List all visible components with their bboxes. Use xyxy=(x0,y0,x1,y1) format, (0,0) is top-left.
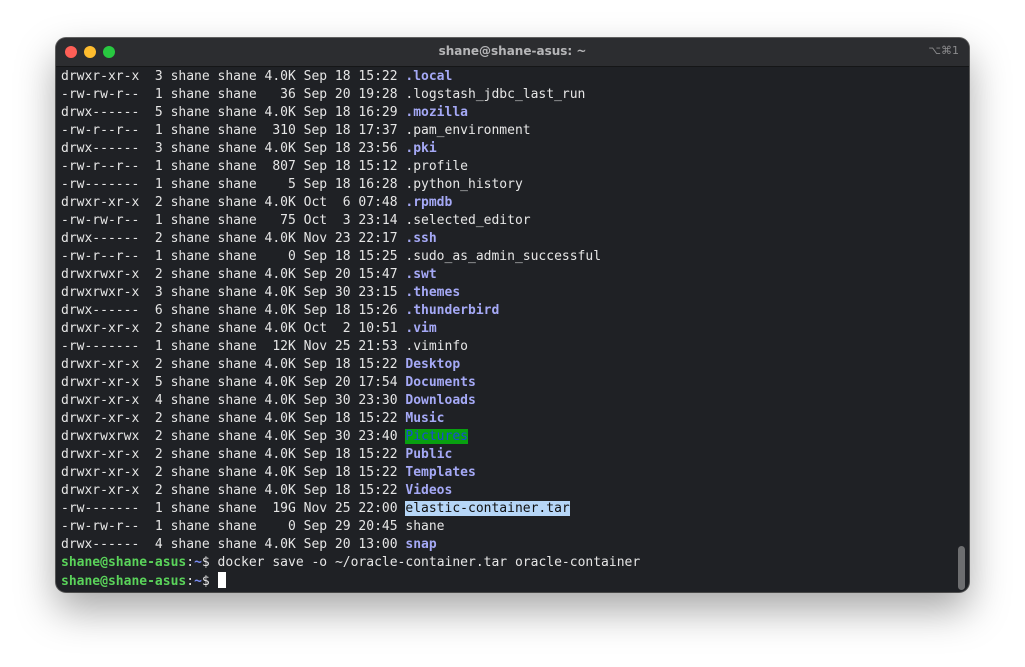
file-name: Templates xyxy=(405,465,476,480)
terminal-window: shane@shane-asus: ~ ⌥⌘1 drwxr-xr-x 3 sha… xyxy=(56,38,969,592)
listing-row: -rw-rw-r-- 1 shane shane 36 Sep 20 19:28… xyxy=(61,86,946,104)
listing-row: -rw-r--r-- 1 shane shane 0 Sep 18 15:25 … xyxy=(61,248,946,266)
file-name: .rpmdb xyxy=(405,195,453,210)
file-name: .selected_editor xyxy=(405,213,531,228)
listing-row: drwxr-xr-x 2 shane shane 4.0K Sep 18 15:… xyxy=(61,464,946,482)
prompt-separator: : xyxy=(186,574,195,589)
file-name: Pictures xyxy=(405,429,468,444)
file-metadata: drwxr-xr-x 4 shane shane 4.0K Sep 30 23:… xyxy=(61,393,406,408)
file-metadata: -rw-r--r-- 1 shane shane 310 Sep 18 17:3… xyxy=(61,123,406,138)
listing-row: drwx------ 4 shane shane 4.0K Sep 20 13:… xyxy=(61,536,946,554)
scrollbar-thumb[interactable] xyxy=(958,546,965,590)
file-metadata: drwxr-xr-x 2 shane shane 4.0K Sep 18 15:… xyxy=(61,411,406,426)
file-name: .logstash_jdbc_last_run xyxy=(405,87,586,102)
prompt-separator: : xyxy=(186,555,195,570)
file-metadata: -rw-r--r-- 1 shane shane 807 Sep 18 15:1… xyxy=(61,159,406,174)
file-name: .vim xyxy=(405,321,437,336)
prompt-path: ~ xyxy=(194,574,202,589)
listing-row: drwxr-xr-x 2 shane shane 4.0K Sep 18 15:… xyxy=(61,356,946,374)
file-name: .thunderbird xyxy=(405,303,500,318)
file-name: .pki xyxy=(405,141,437,156)
file-metadata: drwxr-xr-x 2 shane shane 4.0K Oct 6 07:4… xyxy=(61,195,406,210)
file-name: Music xyxy=(405,411,445,426)
prompt-path: ~ xyxy=(194,555,202,570)
listing-row: drwx------ 3 shane shane 4.0K Sep 18 23:… xyxy=(61,140,946,158)
command-text: docker save -o ~/oracle-container.tar or… xyxy=(217,555,641,570)
file-name: .pam_environment xyxy=(405,123,531,138)
file-metadata: -rw-rw-r-- 1 shane shane 36 Sep 20 19:28 xyxy=(61,87,406,102)
file-metadata: drwxr-xr-x 2 shane shane 4.0K Sep 18 15:… xyxy=(61,357,406,372)
listing-row: drwxr-xr-x 2 shane shane 4.0K Oct 6 07:4… xyxy=(61,194,946,212)
file-name: .sudo_as_admin_successful xyxy=(405,249,602,264)
file-name: .python_history xyxy=(405,177,523,192)
file-metadata: drwx------ 3 shane shane 4.0K Sep 18 23:… xyxy=(61,141,406,156)
listing-row: drwxr-xr-x 3 shane shane 4.0K Sep 18 15:… xyxy=(61,68,946,86)
listing-row: drwx------ 5 shane shane 4.0K Sep 18 16:… xyxy=(61,104,946,122)
file-metadata: drwxr-xr-x 5 shane shane 4.0K Sep 20 17:… xyxy=(61,375,406,390)
file-name: Public xyxy=(405,447,453,462)
listing-row: drwx------ 6 shane shane 4.0K Sep 18 15:… xyxy=(61,302,946,320)
title-bar[interactable]: shane@shane-asus: ~ ⌥⌘1 xyxy=(56,38,969,67)
listing-row: -rw------- 1 shane shane 5 Sep 18 16:28 … xyxy=(61,176,946,194)
file-name: Downloads xyxy=(405,393,476,408)
file-metadata: -rw------- 1 shane shane 5 Sep 18 16:28 xyxy=(61,177,406,192)
file-name: shane xyxy=(405,519,445,534)
listing-row: -rw-r--r-- 1 shane shane 310 Sep 18 17:3… xyxy=(61,122,946,140)
file-metadata: drwxr-xr-x 2 shane shane 4.0K Oct 2 10:5… xyxy=(61,321,406,336)
file-name: snap xyxy=(405,537,437,552)
file-name: .swt xyxy=(405,267,437,282)
file-name: .viminfo xyxy=(405,339,468,354)
file-metadata: -rw-rw-r-- 1 shane shane 0 Sep 29 20:45 xyxy=(61,519,406,534)
listing-row: drwxr-xr-x 5 shane shane 4.0K Sep 20 17:… xyxy=(61,374,946,392)
file-metadata: drwxrwxr-x 2 shane shane 4.0K Sep 20 15:… xyxy=(61,267,406,282)
listing-row: -rw-rw-r-- 1 shane shane 0 Sep 29 20:45 … xyxy=(61,518,946,536)
file-metadata: drwxr-xr-x 3 shane shane 4.0K Sep 18 15:… xyxy=(61,69,406,84)
prompt-symbol: $ xyxy=(201,555,218,570)
listing-row: -rw------- 1 shane shane 12K Nov 25 21:5… xyxy=(61,338,946,356)
file-metadata: drwx------ 4 shane shane 4.0K Sep 20 13:… xyxy=(61,537,406,552)
file-name: .profile xyxy=(405,159,468,174)
listing-row: drwx------ 2 shane shane 4.0K Nov 23 22:… xyxy=(61,230,946,248)
terminal-output[interactable]: drwxr-xr-x 3 shane shane 4.0K Sep 18 15:… xyxy=(61,68,946,590)
file-metadata: drwxrwxrwx 2 shane shane 4.0K Sep 30 23:… xyxy=(61,429,406,444)
file-metadata: drwx------ 6 shane shane 4.0K Sep 18 15:… xyxy=(61,303,406,318)
file-metadata: drwx------ 5 shane shane 4.0K Sep 18 16:… xyxy=(61,105,406,120)
file-name: Desktop xyxy=(405,357,461,372)
file-name: elastic-container.tar xyxy=(405,501,570,516)
file-name: Videos xyxy=(405,483,453,498)
prompt-line: shane@shane-asus:~$ xyxy=(61,572,946,590)
file-name: .local xyxy=(405,69,453,84)
file-name: .ssh xyxy=(405,231,437,246)
listing-row: drwxr-xr-x 2 shane shane 4.0K Sep 18 15:… xyxy=(61,482,946,500)
file-name: .themes xyxy=(405,285,461,300)
file-metadata: -rw------- 1 shane shane 19G Nov 25 22:0… xyxy=(61,501,406,516)
listing-row: drwxrwxrwx 2 shane shane 4.0K Sep 30 23:… xyxy=(61,428,946,446)
prompt-line: shane@shane-asus:~$ docker save -o ~/ora… xyxy=(61,554,946,572)
window-title: shane@shane-asus: ~ xyxy=(438,44,587,58)
file-metadata: -rw-r--r-- 1 shane shane 0 Sep 18 15:25 xyxy=(61,249,406,264)
text-cursor[interactable] xyxy=(217,572,226,588)
listing-row: drwxrwxr-x 2 shane shane 4.0K Sep 20 15:… xyxy=(61,266,946,284)
listing-row: -rw-rw-r-- 1 shane shane 75 Oct 3 23:14 … xyxy=(61,212,946,230)
listing-row: drwxr-xr-x 2 shane shane 4.0K Sep 18 15:… xyxy=(61,410,946,428)
prompt-symbol: $ xyxy=(201,574,218,589)
listing-row: -rw------- 1 shane shane 19G Nov 25 22:0… xyxy=(61,500,946,518)
file-metadata: drwx------ 2 shane shane 4.0K Nov 23 22:… xyxy=(61,231,406,246)
window-shortcut: ⌥⌘1 xyxy=(928,44,959,57)
file-metadata: drwxr-xr-x 2 shane shane 4.0K Sep 18 15:… xyxy=(61,465,406,480)
prompt-user: shane@shane-asus xyxy=(61,555,187,570)
file-name: Documents xyxy=(405,375,476,390)
file-metadata: drwxr-xr-x 2 shane shane 4.0K Sep 18 15:… xyxy=(61,483,406,498)
listing-row: drwxr-xr-x 4 shane shane 4.0K Sep 30 23:… xyxy=(61,392,946,410)
file-name: .mozilla xyxy=(405,105,468,120)
file-metadata: drwxr-xr-x 2 shane shane 4.0K Sep 18 15:… xyxy=(61,447,406,462)
prompt-user: shane@shane-asus xyxy=(61,574,187,589)
listing-row: drwxr-xr-x 2 shane shane 4.0K Oct 2 10:5… xyxy=(61,320,946,338)
listing-row: -rw-r--r-- 1 shane shane 807 Sep 18 15:1… xyxy=(61,158,946,176)
listing-row: drwxr-xr-x 2 shane shane 4.0K Sep 18 15:… xyxy=(61,446,946,464)
file-metadata: -rw------- 1 shane shane 12K Nov 25 21:5… xyxy=(61,339,406,354)
file-metadata: -rw-rw-r-- 1 shane shane 75 Oct 3 23:14 xyxy=(61,213,406,228)
listing-row: drwxrwxr-x 3 shane shane 4.0K Sep 30 23:… xyxy=(61,284,946,302)
file-metadata: drwxrwxr-x 3 shane shane 4.0K Sep 30 23:… xyxy=(61,285,406,300)
